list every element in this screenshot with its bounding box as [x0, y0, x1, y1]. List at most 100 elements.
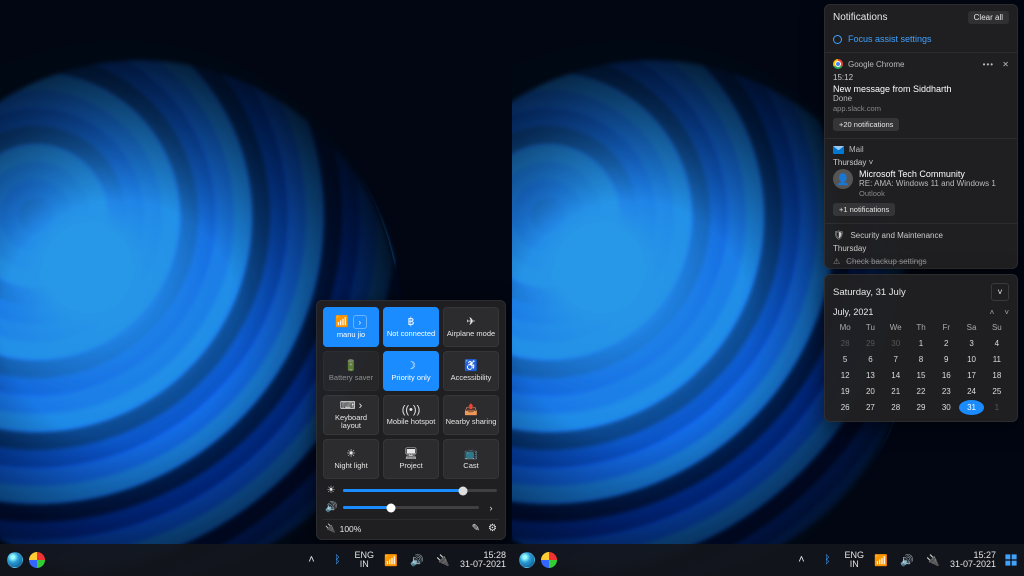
app-icon-2[interactable] — [540, 551, 558, 569]
calendar-day[interactable]: 15 — [909, 368, 933, 383]
wifi-expand-icon[interactable]: › — [353, 315, 367, 329]
night-light-label: Night light — [334, 462, 367, 470]
calendar-day[interactable]: 23 — [934, 384, 958, 399]
calendar-day[interactable]: 21 — [884, 384, 908, 399]
focus-assist-label: Priority only — [391, 374, 430, 382]
notification-mail[interactable]: Mail Thursday ˅ 👤 Microsoft Tech Communi… — [825, 139, 1017, 223]
calendar-day[interactable]: 29 — [858, 336, 882, 351]
hotspot-tile[interactable]: ((•)) Mobile hotspot — [383, 395, 439, 435]
calendar-day[interactable]: 17 — [959, 368, 983, 383]
calendar-day[interactable]: 24 — [959, 384, 983, 399]
calendar-day[interactable]: 14 — [884, 368, 908, 383]
calendar-day[interactable]: 8 — [909, 352, 933, 367]
focus-assist-link[interactable]: Focus assist settings — [825, 30, 1017, 52]
calendar-day[interactable]: 12 — [833, 368, 857, 383]
tray-volume-icon[interactable]: 🔊 — [898, 551, 916, 569]
calendar-day[interactable]: 4 — [985, 336, 1009, 351]
app-icon-2[interactable] — [28, 551, 46, 569]
focus-ring-icon — [833, 35, 842, 44]
tray-wifi-icon[interactable]: 📶 — [872, 551, 890, 569]
language-indicator[interactable]: ENGIN — [844, 551, 864, 570]
calendar-day[interactable]: 3 — [959, 336, 983, 351]
tray-bluetooth-icon[interactable]: ᛒ — [818, 551, 836, 569]
night-light-tile[interactable]: ☀ Night light — [323, 439, 379, 479]
battery-saver-tile[interactable]: 🔋 Battery saver — [323, 351, 379, 391]
calendar-day[interactable]: 7 — [884, 352, 908, 367]
calendar-day[interactable]: 13 — [858, 368, 882, 383]
calendar-day[interactable]: 1 — [909, 336, 933, 351]
accessibility-label: Accessibility — [451, 374, 492, 382]
mail-icon — [833, 146, 844, 154]
calendar-day[interactable]: 26 — [833, 400, 857, 415]
calendar-day[interactable]: 10 — [959, 352, 983, 367]
settings-icon[interactable]: ⚙ — [488, 523, 497, 534]
calendar-month-label[interactable]: July, 2021 — [833, 307, 873, 317]
tray-volume-icon[interactable]: 🔊 — [408, 551, 426, 569]
edit-icon[interactable]: ✎ — [472, 523, 480, 534]
calendar-day[interactable]: 18 — [985, 368, 1009, 383]
more-notifications-button[interactable]: +20 notifications — [833, 118, 899, 131]
tray-battery-icon[interactable]: 🔌 — [434, 551, 452, 569]
cast-tile[interactable]: 📺 Cast — [443, 439, 499, 479]
more-mail-button[interactable]: +1 notifications — [833, 203, 895, 216]
battery-icon: 🔋 — [344, 361, 358, 372]
calendar-day[interactable]: 28 — [833, 336, 857, 351]
calendar-day[interactable]: 27 — [858, 400, 882, 415]
clear-all-button[interactable]: Clear all — [968, 11, 1009, 24]
tray-battery-icon[interactable]: 🔌 — [924, 551, 942, 569]
calendar-day[interactable]: 30 — [884, 336, 908, 351]
app-icon-1[interactable] — [518, 551, 536, 569]
close-icon[interactable]: ✕ — [1002, 60, 1009, 69]
focus-assist-tile[interactable]: ☽ Priority only — [383, 351, 439, 391]
wifi-label: manu jio — [337, 331, 365, 339]
calendar-collapse-button[interactable]: ˅ — [991, 283, 1009, 301]
notification-chrome[interactable]: Google Chrome ••• ✕ 15:12 New message fr… — [825, 53, 1017, 138]
notification-badge-icon[interactable] — [1004, 553, 1018, 567]
brightness-slider[interactable]: ☀ — [323, 485, 499, 496]
more-icon[interactable]: ••• — [983, 60, 994, 69]
clock[interactable]: 15:2831-07-2021 — [460, 551, 506, 570]
airplane-tile[interactable]: ✈ Airplane mode — [443, 307, 499, 347]
calendar-prev-icon[interactable]: ˄ — [990, 308, 995, 317]
bluetooth-tile[interactable]: ฿ Not connected — [383, 307, 439, 347]
chevron-down-icon[interactable]: ˅ — [869, 158, 874, 167]
calendar-day[interactable]: 25 — [985, 384, 1009, 399]
volume-expand-icon[interactable]: › — [485, 503, 497, 513]
clock[interactable]: 15:2731-07-2021 — [950, 551, 996, 570]
wifi-tile[interactable]: 📶 › manu jio — [323, 307, 379, 347]
warning-icon: ⚠ — [833, 257, 840, 266]
tray-chevron-icon[interactable]: ˄ — [302, 551, 320, 569]
keyboard-layout-tile[interactable]: ⌨ › Keyboard layout — [323, 395, 379, 435]
calendar-dow: Tu — [858, 321, 882, 335]
calendar-day[interactable]: 22 — [909, 384, 933, 399]
calendar-day[interactable]: 1 — [985, 400, 1009, 415]
calendar-day[interactable]: 16 — [934, 368, 958, 383]
calendar-day[interactable]: 9 — [934, 352, 958, 367]
calendar-day[interactable]: 11 — [985, 352, 1009, 367]
project-tile[interactable]: 🖥 Project — [383, 439, 439, 479]
nearby-sharing-tile[interactable]: 📤 Nearby sharing — [443, 395, 499, 435]
volume-slider[interactable]: 🔊 › — [323, 502, 499, 513]
calendar-day[interactable]: 19 — [833, 384, 857, 399]
tray-wifi-icon[interactable]: 📶 — [382, 551, 400, 569]
calendar-day[interactable]: 20 — [858, 384, 882, 399]
moon-icon: ☽ — [406, 361, 416, 372]
accessibility-tile[interactable]: ♿ Accessibility — [443, 351, 499, 391]
hotspot-label: Mobile hotspot — [387, 418, 436, 426]
calendar-day[interactable]: 29 — [909, 400, 933, 415]
calendar-day[interactable]: 31 — [959, 400, 983, 415]
calendar-next-icon[interactable]: ˅ — [1004, 308, 1009, 317]
calendar-day[interactable]: 5 — [833, 352, 857, 367]
calendar-day[interactable]: 2 — [934, 336, 958, 351]
calendar-day[interactable]: 6 — [858, 352, 882, 367]
notification-security[interactable]: Security and Maintenance Thursday ⚠ Chec… — [825, 224, 1017, 268]
notif-body: Done — [833, 94, 1009, 103]
bluetooth-icon: ฿ — [408, 317, 415, 328]
app-icon-1[interactable] — [6, 551, 24, 569]
language-indicator[interactable]: ENGIN — [354, 551, 374, 570]
calendar-day[interactable]: 28 — [884, 400, 908, 415]
calendar-day[interactable]: 30 — [934, 400, 958, 415]
tray-chevron-icon[interactable]: ˄ — [792, 551, 810, 569]
tray-bluetooth-icon[interactable]: ᛒ — [328, 551, 346, 569]
mail-sender: Microsoft Tech Community — [859, 169, 1009, 179]
